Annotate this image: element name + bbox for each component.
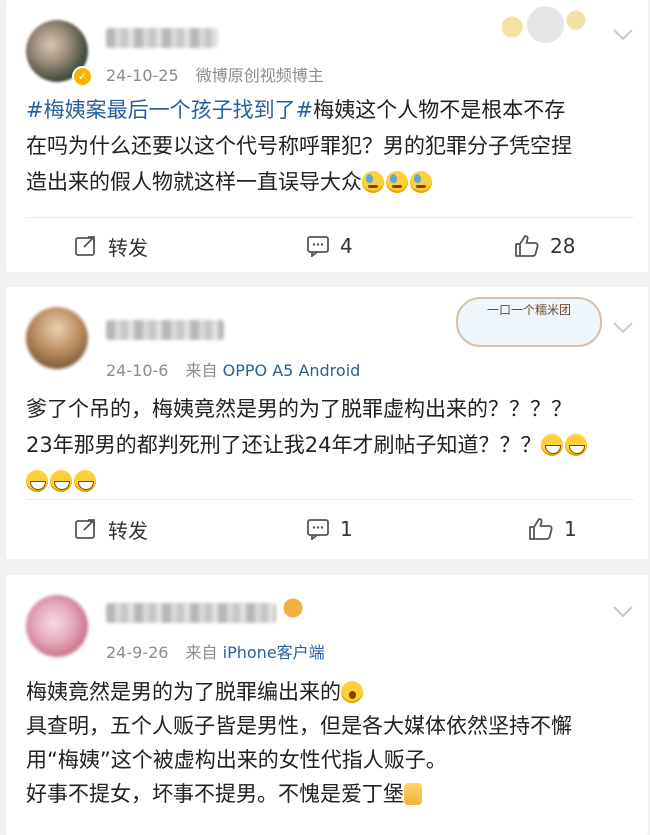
sweat-emoji-icon	[362, 171, 384, 193]
comment-button[interactable]: 4	[306, 232, 353, 260]
post-source: 来自	[185, 643, 218, 662]
username-blurred[interactable]	[106, 603, 276, 623]
decorative-badge-icon	[278, 597, 308, 619]
fan-badge: 一口一个糯米团	[456, 297, 602, 347]
repost-button[interactable]: 转发	[74, 515, 148, 543]
comment-count: 4	[340, 234, 353, 258]
like-button[interactable]: 28	[514, 232, 575, 260]
repost-icon	[75, 236, 95, 256]
username-blurred[interactable]	[106, 320, 224, 340]
device-link[interactable]: OPPO A5 Android	[223, 361, 361, 380]
post-body: #梅姨案最后一个孩子找到了#梅姨这个人物不是根本不存 在吗为什么还要以这个代号称…	[26, 92, 632, 200]
chevron-down-icon[interactable]	[612, 605, 634, 619]
like-button[interactable]: 1	[528, 515, 577, 543]
repost-label: 转发	[108, 235, 148, 260]
repost-icon	[75, 519, 95, 539]
grin-sweat-emoji-icon	[541, 434, 564, 456]
post-text-line: 爹了个吊的，梅姨竟然是男的为了脱罪虚构出来的？？？？	[26, 397, 572, 421]
post-text-line: 23年那男的都判死刑了还让我24年才刷帖子知道？？？	[26, 433, 542, 457]
post-text-line: 梅姨这个人物不是根本不存	[313, 98, 566, 122]
post-date: 24-10-25	[106, 66, 179, 85]
comment-icon	[307, 236, 329, 257]
post-text-line: 造出来的假人物就这样一直误导大众	[26, 170, 362, 194]
thumbs-up-icon	[529, 518, 553, 540]
hashtag-link[interactable]: #梅姨案最后一个孩子找到了#	[26, 98, 313, 122]
post-text-line: 梅姨竟然是男的为了脱罪编出来的	[26, 680, 341, 704]
divider	[26, 499, 634, 500]
like-count: 1	[564, 517, 577, 541]
thumbs-up-icon	[515, 235, 539, 257]
device-link[interactable]: iPhone客户端	[223, 643, 325, 662]
thumbs-up-emoji-icon	[404, 783, 422, 805]
grin-sweat-emoji-icon	[26, 470, 48, 492]
post-meta: 24-10-6 来自 OPPO A5 Android	[106, 357, 360, 381]
post-source: 来自	[185, 361, 218, 380]
repost-label: 转发	[108, 518, 148, 543]
post-card: ✓ 24-10-25 微博原创视频博主 #梅姨案最后一个孩子找到了#梅姨这个人物…	[6, 0, 648, 272]
comment-count: 1	[340, 517, 353, 541]
verified-badge-icon: ✓	[72, 66, 93, 87]
sweat-emoji-icon	[386, 171, 408, 193]
grin-sweat-emoji-icon	[50, 470, 72, 492]
chevron-down-icon[interactable]	[612, 321, 634, 335]
post-meta: 24-9-26 来自 iPhone客户端	[106, 639, 325, 663]
post-text-line: 好事不提女，坏事不提男。不愧是爱丁堡	[26, 782, 404, 806]
post-text-line: 在吗为什么还要以这个代号称呼罪犯？男的犯罪分子凭空捏	[26, 134, 572, 158]
decorative-badge-icon	[484, 4, 596, 50]
sweat-emoji-icon	[410, 171, 432, 193]
post-meta: 24-10-25 微博原创视频博主	[106, 62, 324, 86]
post-card: 一口一个糯米团 24-10-6 来自 OPPO A5 Android 爹了个吊的…	[6, 287, 648, 559]
chevron-down-icon[interactable]	[612, 28, 634, 42]
comment-icon	[307, 519, 329, 540]
post-date: 24-9-26	[106, 643, 169, 662]
avatar[interactable]	[26, 595, 88, 657]
avatar[interactable]	[26, 307, 88, 369]
post-text-line: 用“梅姨”这个被虚构出来的女性代指人贩子。	[26, 748, 447, 772]
post-date: 24-10-6	[106, 361, 169, 380]
like-count: 28	[550, 234, 576, 258]
grin-sweat-emoji-icon	[565, 434, 588, 456]
username-blurred[interactable]	[106, 28, 218, 48]
divider	[26, 217, 634, 218]
post-card: 24-9-26 来自 iPhone客户端 梅姨竟然是男的为了脱罪编出来的 具查明…	[6, 575, 648, 835]
post-body: 爹了个吊的，梅姨竟然是男的为了脱罪虚构出来的？？？？ 23年那男的都判死刑了还让…	[26, 391, 632, 499]
repost-button[interactable]: 转发	[74, 232, 148, 260]
post-source: 微博原创视频博主	[195, 66, 324, 85]
comment-button[interactable]: 1	[306, 515, 353, 543]
post-body: 梅姨竟然是男的为了脱罪编出来的 具查明，五个人贩子皆是男性，但是各大媒体依然坚持…	[26, 675, 632, 811]
post-text-line: 具查明，五个人贩子皆是男性，但是各大媒体依然坚持不懈	[26, 714, 572, 738]
fan-badge-label: 一口一个糯米团	[486, 303, 571, 317]
shock-emoji-icon	[341, 681, 363, 703]
grin-sweat-emoji-icon	[74, 470, 96, 492]
